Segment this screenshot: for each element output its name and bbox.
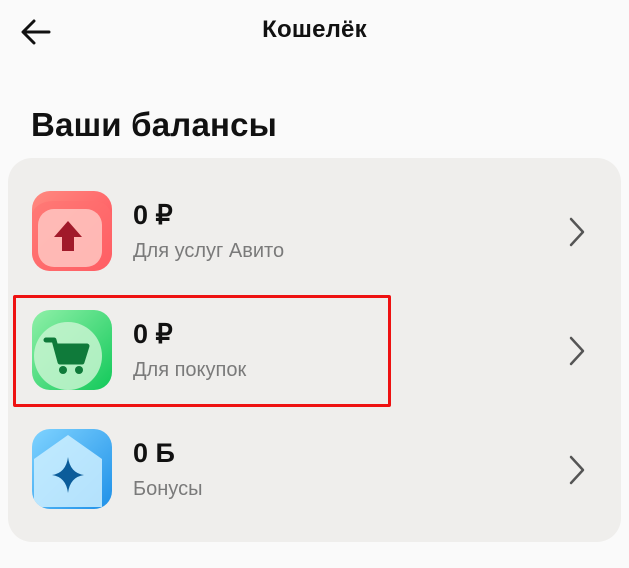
purchases-balance-icon: [32, 310, 112, 390]
page-title: Кошелёк: [262, 16, 367, 43]
services-balance-icon: [32, 191, 112, 271]
arrow-up-icon: [32, 191, 112, 271]
section-title: Ваши балансы: [31, 106, 278, 143]
purchases-balance-amount: 0 ₽: [133, 319, 173, 349]
chevron-right-icon: [569, 217, 585, 247]
bonuses-balance-icon: [32, 429, 112, 509]
bonuses-balance-label: Бонусы: [133, 478, 203, 500]
chevron-right-icon: [569, 336, 585, 366]
chevron-right-icon: [569, 455, 585, 485]
balance-row-bonuses[interactable]: 0 Б Бонусы: [8, 396, 621, 512]
top-bar: Кошелёк: [0, 0, 629, 64]
balance-row-services[interactable]: 0 ₽ Для услуг Авито: [8, 158, 621, 274]
balance-row-purchases[interactable]: 0 ₽ Для покупок: [8, 277, 621, 393]
services-balance-label: Для услуг Авито: [133, 240, 285, 262]
sparkle-star-icon: [32, 429, 112, 509]
shopping-cart-icon: [32, 310, 112, 390]
purchases-balance-label: Для покупок: [133, 359, 247, 381]
services-balance-amount: 0 ₽: [133, 200, 173, 230]
bonuses-balance-amount: 0 Б: [133, 438, 175, 468]
